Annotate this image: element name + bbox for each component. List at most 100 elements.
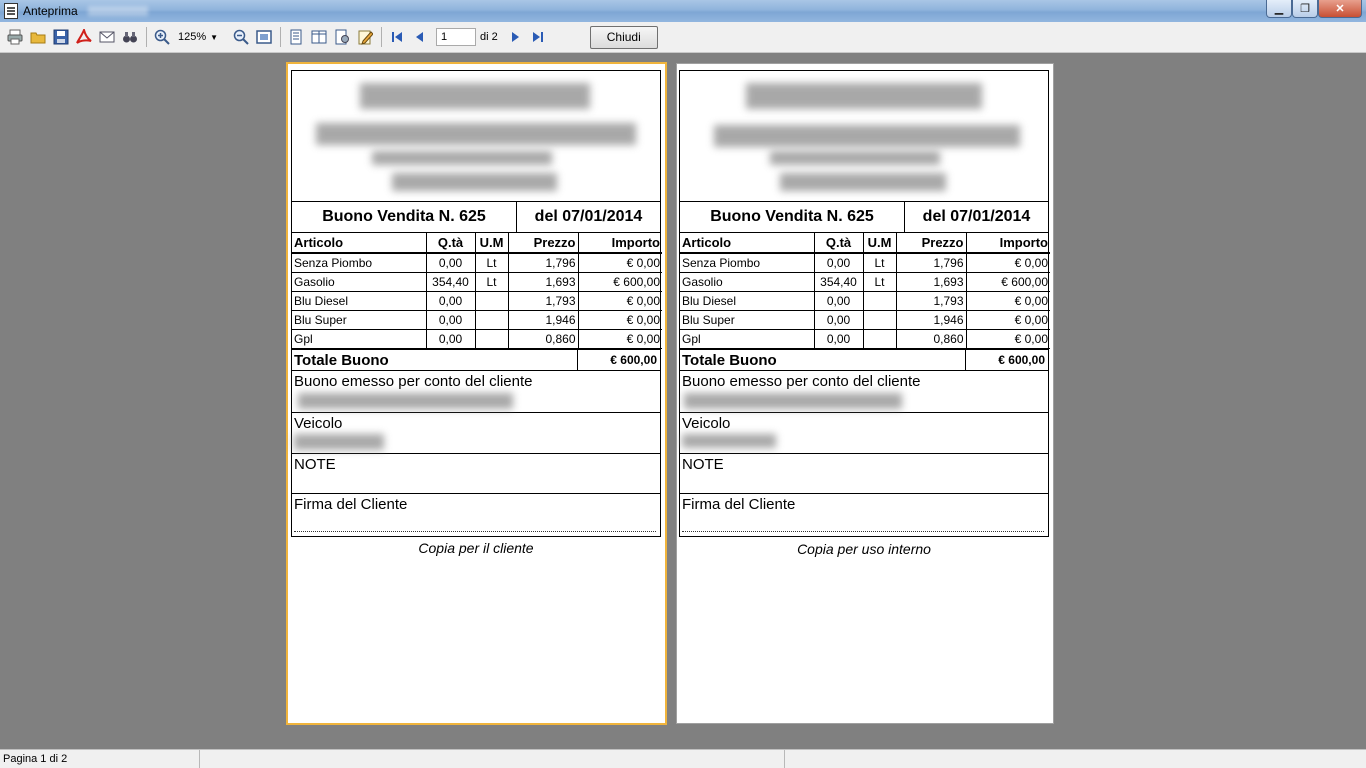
column-header: Prezzo [895,233,967,254]
column-header: Articolo [292,233,427,254]
company-header-redacted [292,71,660,202]
cell-um [862,290,897,311]
app-icon [4,3,18,19]
cell-importo: € 0,00 [577,252,662,273]
customer-label: Buono emesso per conto del cliente [682,372,921,390]
table-row: Gasolio 354,40 Lt 1,693 € 600,00 [680,271,1050,292]
column-header: Prezzo [507,233,579,254]
status-page-info: Pagina 1 di 2 [0,750,200,768]
zoom-in-icon[interactable] [151,26,173,48]
cell-articolo: Gpl [292,328,427,349]
cell-um: Lt [474,252,509,273]
vehicle-section: Veicolo [292,413,660,454]
table-row: Senza Piombo 0,00 Lt 1,796 € 0,00 [292,252,662,273]
zoom-select[interactable]: 125% ▼ [178,27,224,47]
print-icon[interactable] [4,26,26,48]
edit-report-icon[interactable] [354,26,376,48]
open-folder-icon[interactable] [27,26,49,48]
page-number-input[interactable]: 1 [436,28,476,46]
cell-importo: € 0,00 [965,290,1050,311]
previous-page-icon[interactable] [409,26,431,48]
total-value: € 600,00 [998,352,1045,367]
customer-name-redacted [298,392,513,409]
status-panel [200,750,785,768]
table-row: Blu Diesel 0,00 1,793 € 0,00 [680,290,1050,311]
cell-prezzo: 1,946 [895,309,967,330]
find-binoculars-icon[interactable] [119,26,141,48]
table-row: Gasolio 354,40 Lt 1,693 € 600,00 [292,271,662,292]
receipt: Buono Vendita N. 625 del 07/01/2014 Arti… [291,70,662,537]
cell-qta: 0,00 [813,252,864,273]
cell-qta: 0,00 [813,309,864,330]
restore-button[interactable]: ❐ [1292,0,1318,18]
title-bar: Anteprima ▁ ❐ ✕ [0,0,1366,22]
preview-page-1[interactable]: Buono Vendita N. 625 del 07/01/2014 Arti… [286,62,667,725]
table-row: Blu Super 0,00 1,946 € 0,00 [292,309,662,330]
cell-articolo: Blu Super [680,309,815,330]
page-setup-icon[interactable] [331,26,353,48]
column-header: U.M [474,233,509,254]
cell-importo: € 0,00 [965,328,1050,349]
signature-section: Firma del Cliente [680,494,1048,536]
last-page-icon[interactable] [527,26,549,48]
first-page-icon[interactable] [386,26,408,48]
preview-page-2[interactable]: Buono Vendita N. 625 del 07/01/2014 Arti… [676,63,1054,724]
total-label: Totale Buono [680,349,966,370]
column-header: Q.tà [425,233,476,254]
single-page-icon[interactable] [285,26,307,48]
table-row: Blu Diesel 0,00 1,793 € 0,00 [292,290,662,311]
toolbar-separator [146,27,147,47]
toolbar: 125% ▼ 1 di 2 Chiudi [0,22,1366,53]
cell-prezzo: 1,793 [895,290,967,311]
email-icon[interactable] [96,26,118,48]
receipt-date: del 07/01/2014 [534,208,643,225]
zoom-out-icon[interactable] [230,26,252,48]
table-header-row: Articolo Q.tà U.M Prezzo Importo [680,233,1050,254]
minimize-button[interactable]: ▁ [1266,0,1292,18]
note-label: NOTE [682,455,724,473]
cell-importo: € 0,00 [965,252,1050,273]
table-header-row: Articolo Q.tà U.M Prezzo Importo [292,233,662,254]
cell-um: Lt [862,252,897,273]
copy-caption: Copia per uso interno [797,541,931,557]
column-header: Importo [965,233,1050,254]
total-row: Totale Buono € 600,00 [292,348,660,371]
pdf-icon[interactable] [73,26,95,48]
cell-qta: 0,00 [425,290,476,311]
cell-qta: 354,40 [813,271,864,292]
note-label: NOTE [294,455,336,473]
two-pages-icon[interactable] [308,26,330,48]
cell-um: Lt [862,271,897,292]
cell-qta: 0,00 [813,290,864,311]
cell-um: Lt [474,271,509,292]
cell-qta: 354,40 [425,271,476,292]
window-controls: ▁ ❐ ✕ [1266,0,1362,18]
receipt: Buono Vendita N. 625 del 07/01/2014 Arti… [679,70,1050,537]
cell-importo: € 0,00 [577,290,662,311]
next-page-icon[interactable] [504,26,526,48]
close-window-button[interactable]: ✕ [1318,0,1362,18]
fit-page-icon[interactable] [253,26,275,48]
cell-um [474,309,509,330]
receipt-title-row: Buono Vendita N. 625 del 07/01/2014 [292,202,660,233]
cell-um [474,328,509,349]
toolbar-separator [280,27,281,47]
vehicle-label: Veicolo [682,414,731,432]
receipt-number: Buono Vendita N. 625 [680,202,905,232]
cell-articolo: Senza Piombo [680,252,815,273]
cell-prezzo: 1,796 [507,252,579,273]
column-header: U.M [862,233,897,254]
table-row: Senza Piombo 0,00 Lt 1,796 € 0,00 [680,252,1050,273]
cell-qta: 0,00 [425,252,476,273]
note-section: NOTE [680,454,1048,494]
cell-importo: € 600,00 [577,271,662,292]
column-header: Importo [577,233,662,254]
window-subtitle-redacted [87,6,148,16]
chevron-down-icon: ▼ [210,32,219,42]
save-icon[interactable] [50,26,72,48]
items-table: Articolo Q.tà U.M Prezzo Importo Senza P… [292,233,662,349]
cell-qta: 0,00 [813,328,864,349]
close-preview-button[interactable]: Chiudi [589,25,658,49]
status-panel [785,750,1366,768]
receipt-number: Buono Vendita N. 625 [292,202,517,232]
